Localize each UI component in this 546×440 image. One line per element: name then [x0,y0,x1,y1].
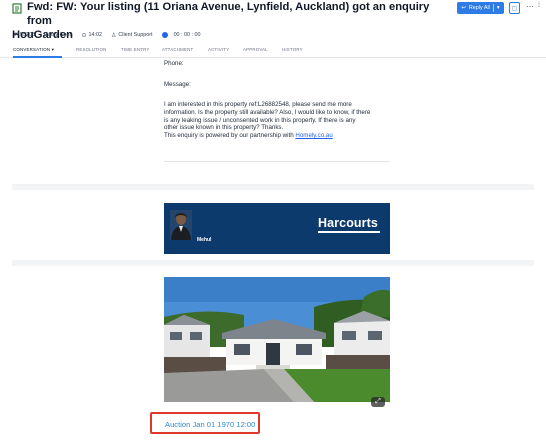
harcourts-banner[interactable]: Mehul Harcourts [164,203,390,254]
homely-link[interactable]: Homely.co.au [295,132,332,139]
ticket-header: Fwd: FW: Your listing (11 Oriana Avenue,… [0,0,546,58]
tab-attachment[interactable]: Attachment [162,47,193,52]
tab-resolution[interactable]: Resolution [76,47,107,52]
comment-icon[interactable]: ▢ [509,2,520,14]
tab-conversation[interactable]: Conversation ▾ [13,47,54,53]
more-icon[interactable]: ⋯ [526,2,534,11]
reply-divider [492,4,494,12]
powered-line: This enquiry is powered by our partnersh… [164,132,400,140]
property-photo[interactable] [164,277,390,402]
phone-label: Phone: [164,60,184,67]
ticket-id: #155203 [14,32,35,38]
message-line: I am interested in this property ref:L26… [164,101,352,108]
expand-icon[interactable]: ⤢ [371,397,385,407]
section-separator [12,260,534,266]
divider [164,161,390,162]
ticket-timer-value: 00 : 00 : 00 [173,32,201,38]
group-icon: ♙ [111,32,117,39]
ticket-group-label: Client Support [118,32,153,38]
chevron-down-icon[interactable]: ▾ [497,5,500,11]
reply-all-button[interactable]: ↩ Reply All ▾ [457,2,504,14]
agent-name: Mehul [197,237,212,243]
clock-icon: ⊙ [81,32,87,39]
message-label: Message: [164,81,191,88]
tab-activity[interactable]: Activity [208,47,229,52]
agent-photo [170,210,192,240]
ticket-timer[interactable]: 00 : 00 : 00 [161,32,201,38]
ticket-agent[interactable]: Cathy Chen [44,32,72,38]
message-line: other issue known in this property? Than… [164,124,284,132]
side-panel-icon[interactable]: ⁞ [538,2,540,9]
tab-conversation-label: Conversation [13,47,51,52]
reply-icon: ↩ [461,5,466,11]
reply-all-label: Reply All [468,5,490,11]
tab-time-entry[interactable]: Time Entry [121,47,150,52]
ticket-time: ⊙ 14:02 [81,32,102,39]
ticket-title-line1: Fwd: FW: Your listing (11 Oriana Avenue,… [27,1,430,27]
email-body: Phone: Message: I am interested in this … [0,58,546,440]
timer-play-icon[interactable] [161,32,168,38]
message-line: is any leaking issue / unconsented work … [164,116,356,124]
powered-prefix: This enquiry is powered by our partnersh… [164,132,296,140]
message-line: information. Is the property still avail… [164,108,371,116]
ticket-time-value: 14:02 [88,32,103,38]
highlight-box [150,412,260,434]
section-separator [12,184,534,190]
ticket-tabs: Conversation ▾ Resolution Time Entry Att… [0,44,546,58]
logo-underline [318,231,380,233]
tab-approval[interactable]: Approval [243,47,268,52]
tab-history[interactable]: History [282,47,303,52]
ticket-group[interactable]: ♙ Client Support [111,32,153,39]
ticket-type-icon [12,3,22,14]
harcourts-logo: Harcourts [318,216,378,230]
ticket-meta: #155203 Cathy Chen ⊙ 14:02 ♙ Client Supp… [14,30,201,40]
message-text: I am interested in this property ref:L26… [164,101,400,140]
